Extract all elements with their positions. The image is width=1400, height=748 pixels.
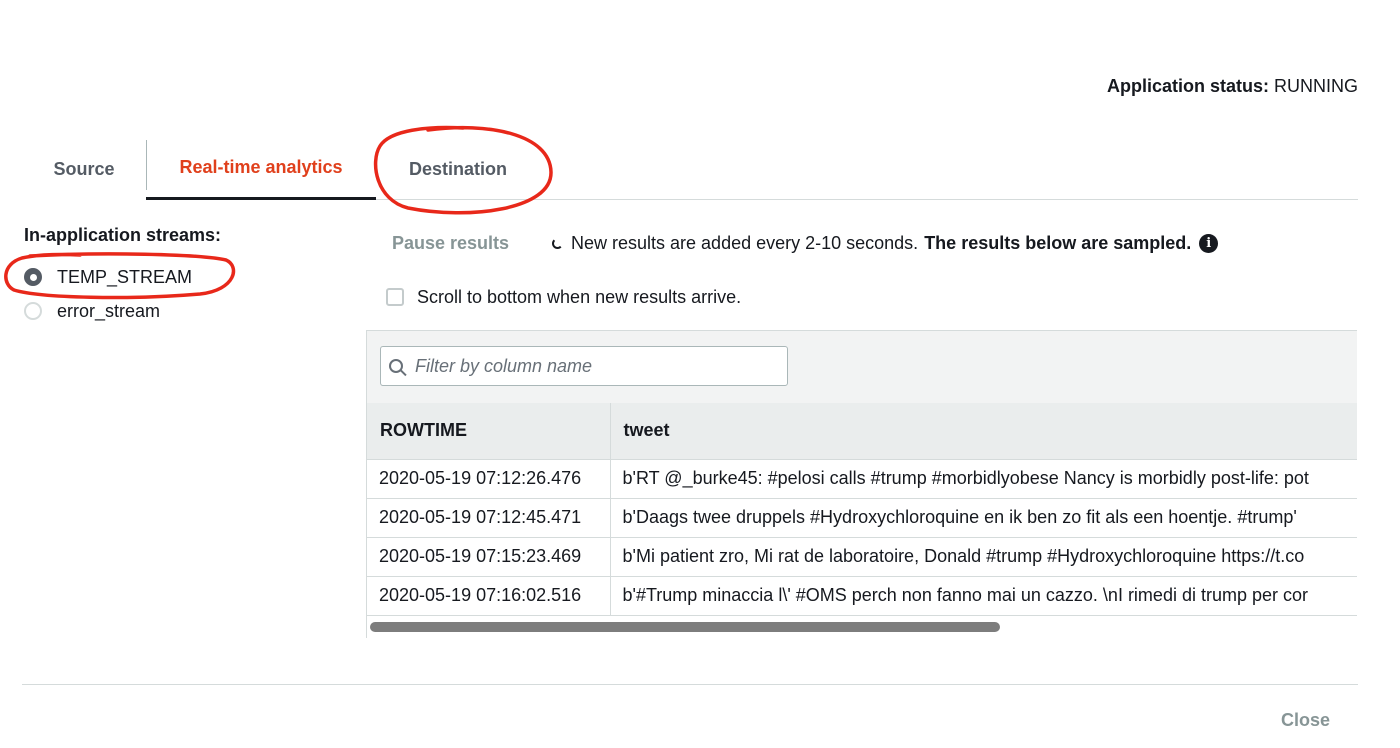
horizontal-scrollbar[interactable]	[367, 616, 1357, 638]
radio-selected-icon[interactable]	[24, 268, 42, 286]
cell-rowtime: 2020-05-19 07:16:02.516	[367, 576, 611, 616]
table-row: 2020-05-19 07:16:02.516 b'#Trump minacci…	[367, 576, 1357, 616]
footer-divider	[22, 684, 1358, 685]
cell-tweet: b'Mi patient zro, Mi rat de laboratoire,…	[610, 537, 1357, 577]
stream-option-label: error_stream	[57, 300, 161, 321]
tab-real-time-analytics[interactable]: Real-time analytics	[146, 138, 376, 200]
search-icon	[389, 359, 403, 373]
results-info-text: New results are added every 2-10 seconds…	[571, 232, 919, 253]
tab-bar: Source Real-time analytics Destination	[22, 138, 1358, 200]
results-info: New results are added every 2-10 seconds…	[552, 229, 1219, 257]
table-row: 2020-05-19 07:12:26.476 b'RT @_burke45: …	[367, 459, 1357, 499]
results-table: ROWTIME tweet 2020-05-19 07:12:26.476 b'…	[367, 403, 1357, 616]
table-row: 2020-05-19 07:15:23.469 b'Mi patient zro…	[367, 537, 1357, 577]
tab-bar-divider	[376, 199, 1358, 200]
scrollbar-thumb[interactable]	[370, 622, 1000, 632]
in-application-streams: In-application streams: TEMP_STREAM erro…	[24, 225, 344, 328]
scroll-to-bottom-label: Scroll to bottom when new results arrive…	[417, 286, 742, 307]
application-status-label: Application status:	[1106, 76, 1269, 96]
stream-option-label: TEMP_STREAM	[57, 266, 193, 287]
column-header-rowtime[interactable]: ROWTIME	[367, 403, 611, 460]
close-button[interactable]: Close	[1281, 706, 1330, 734]
radio-unselected-icon[interactable]	[24, 302, 42, 320]
filter-box[interactable]	[380, 346, 788, 386]
info-icon[interactable]: i	[1199, 233, 1219, 253]
loading-spinner-icon	[552, 237, 563, 249]
results-sampled-text: The results below are sampled.	[924, 232, 1192, 253]
stream-option-temp-stream[interactable]: TEMP_STREAM	[24, 260, 344, 294]
table-header-row: ROWTIME tweet	[367, 403, 1357, 460]
filter-input[interactable]	[415, 355, 785, 377]
results-table-panel: ROWTIME tweet 2020-05-19 07:12:26.476 b'…	[366, 330, 1357, 638]
cell-rowtime: 2020-05-19 07:12:45.471	[367, 498, 611, 538]
cell-rowtime: 2020-05-19 07:12:26.476	[367, 459, 611, 499]
cell-tweet: b'#Trump minaccia l\' #OMS perch non fan…	[610, 576, 1357, 616]
tab-destination[interactable]: Destination	[376, 138, 540, 200]
cell-rowtime: 2020-05-19 07:15:23.469	[367, 537, 611, 577]
cell-tweet: b'Daags twee druppels #Hydroxychloroquin…	[610, 498, 1357, 538]
table-row: 2020-05-19 07:12:45.471 b'Daags twee dru…	[367, 498, 1357, 538]
kinesis-analytics-dialog: Application status: RUNNING Source Real-…	[0, 0, 1400, 748]
stream-option-error-stream[interactable]: error_stream	[24, 294, 344, 328]
column-header-tweet[interactable]: tweet	[610, 403, 1357, 460]
pause-results-button[interactable]: Pause results	[382, 229, 519, 257]
streams-title: In-application streams:	[24, 225, 222, 245]
application-status-value: RUNNING	[1274, 76, 1358, 96]
scroll-to-bottom-option[interactable]: Scroll to bottom when new results arrive…	[386, 284, 741, 310]
cell-tweet: b'RT @_burke45: #pelosi calls #trump #mo…	[610, 459, 1357, 499]
tab-source[interactable]: Source	[22, 138, 146, 200]
application-status: Application status: RUNNING	[1107, 76, 1358, 97]
table-toolbar	[367, 331, 1357, 403]
scroll-to-bottom-checkbox[interactable]	[386, 288, 404, 306]
